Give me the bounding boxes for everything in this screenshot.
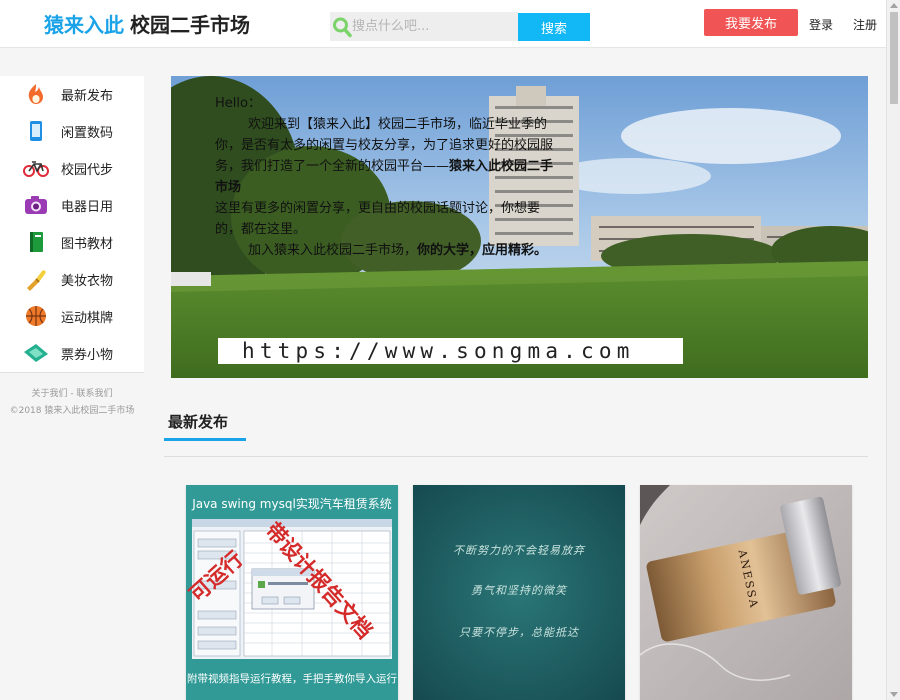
banner-intro-text: Hello： 欢迎来到【猿来入此】校园二手市场，临近毕业季的 你，是否有太多的闲… <box>215 93 615 261</box>
banner-text-line: 加入猿来入此校园二手市场，你的大学，应用精彩。 <box>215 240 615 261</box>
banner-text-line: 市场 <box>215 180 242 195</box>
banner-text-bold: 猿来入此校园二手 <box>449 159 554 174</box>
ticket-icon <box>24 344 48 362</box>
sidebar-item-label: 校园代步 <box>61 163 114 178</box>
register-link[interactable]: 注册 <box>853 16 877 33</box>
sidebar-item-label: 票券小物 <box>61 348 114 363</box>
scroll-up-arrow-icon[interactable] <box>890 3 898 8</box>
scroll-down-arrow-icon[interactable] <box>890 692 898 697</box>
footer-copyright: ©2018 猿来入此校园二手市场 <box>9 406 135 416</box>
sidebar-item-books[interactable]: 图书教材 <box>0 224 144 261</box>
sidebar-item-tickets[interactable]: 票券小物 <box>0 335 144 372</box>
vertical-scrollbar[interactable] <box>886 0 900 700</box>
sidebar-footer: 关于我们 - 联系我们 ©2018 猿来入此校园二手市场 <box>0 372 144 422</box>
sidebar-item-label: 图书教材 <box>61 237 114 252</box>
section-title-underline <box>164 438 246 441</box>
banner-text-span: 务，我们打造了一个全新的校园平台—— <box>215 159 450 174</box>
banner-text-line: 的，都在这里。 <box>215 222 307 237</box>
search-box <box>330 12 518 41</box>
site-logo[interactable]: 猿来入此 校园二手市场 <box>44 12 250 38</box>
banner-text-line: 这里有更多的闲置分享，更自由的校园话题讨论，你想要 <box>215 201 541 216</box>
book-icon <box>30 232 43 252</box>
card-handwritten-line: 不断努力的不会轻易放弃 <box>453 544 585 557</box>
latest-section-title: 最新发布 <box>168 413 229 431</box>
product-card[interactable]: Java swing mysql实现汽车租赁系统 可运行 带设计报告文档 附带视… <box>186 485 398 700</box>
camera-icon <box>25 196 47 214</box>
publish-button[interactable]: 我要发布 <box>704 9 798 36</box>
banner-text-bold: 你的大学，应用精彩。 <box>417 243 548 258</box>
banner-text-line: 欢迎来到【猿来入此】校园二手市场，临近毕业季的 <box>248 117 548 132</box>
product-card[interactable]: 不断努力的不会轻易放弃 勇气和坚持的微笑 只要不停步，总能抵达 <box>413 485 625 700</box>
basketball-icon <box>26 306 46 326</box>
product-card[interactable]: ANESSA <box>640 485 852 700</box>
brush-icon <box>27 270 46 291</box>
sidebar-item-label: 最新发布 <box>61 89 114 104</box>
banner-text-line: 务，我们打造了一个全新的校园平台——猿来入此校园二手 <box>215 156 615 177</box>
logo-title-text: 校园二手市场 <box>130 13 250 37</box>
sidebar-item-appliances[interactable]: 电器日用 <box>0 187 144 224</box>
search-input[interactable] <box>352 12 516 41</box>
sidebar-item-cosmetics[interactable]: 美妆衣物 <box>0 261 144 298</box>
campus-banner[interactable]: Hello： 欢迎来到【猿来入此】校园二手市场，临近毕业季的 你，是否有太多的闲… <box>171 76 868 378</box>
card-handwritten-line: 只要不停步，总能抵达 <box>459 626 579 639</box>
footer-links[interactable]: 关于我们 - 联系我们 <box>0 386 144 399</box>
phone-icon <box>30 121 42 141</box>
sidebar-item-bicycle[interactable]: 校园代步 <box>0 150 144 187</box>
search-icon <box>333 17 352 38</box>
banner-text-line: 你，是否有太多的闲置与校友分享，为了追求更好的校园服 <box>215 138 554 153</box>
sidebar-item-label: 电器日用 <box>61 200 114 215</box>
bicycle-icon <box>23 161 49 177</box>
category-sidebar: 最新发布 闲置数码 校园代步 电器日用 图书教材 美妆衣物 运动棋牌 票券小物 <box>0 76 144 372</box>
scroll-thumb[interactable] <box>890 12 898 104</box>
section-divider <box>164 456 868 457</box>
sidebar-item-label: 闲置数码 <box>61 126 114 141</box>
card-header-text: Java swing mysql实现汽车租赁系统 <box>192 497 392 511</box>
sidebar-item-sports[interactable]: 运动棋牌 <box>0 298 144 335</box>
top-header: 猿来入此校园二手市场 搜索 我要发布 登录 注册 <box>0 0 886 48</box>
sidebar-item-digital[interactable]: 闲置数码 <box>0 113 144 150</box>
login-link[interactable]: 登录 <box>809 16 833 33</box>
card-handwritten-line: 勇气和坚持的微笑 <box>471 584 567 597</box>
card-footer-text: 附带视频指导运行教程，手把手教你导入运行 <box>187 673 397 685</box>
sidebar-item-label: 运动棋牌 <box>61 311 114 326</box>
logo-brand-text: 猿来入此 <box>44 13 124 37</box>
banner-text-span: 加入猿来入此校园二手市场， <box>248 243 418 258</box>
banner-greeting: Hello： <box>215 96 261 111</box>
sidebar-item-latest[interactable]: 最新发布 <box>0 76 144 113</box>
sidebar-item-label: 美妆衣物 <box>61 274 114 289</box>
search-button[interactable]: 搜索 <box>518 13 590 41</box>
flame-icon <box>28 84 43 104</box>
url-watermark: https://www.songma.com <box>218 338 683 364</box>
